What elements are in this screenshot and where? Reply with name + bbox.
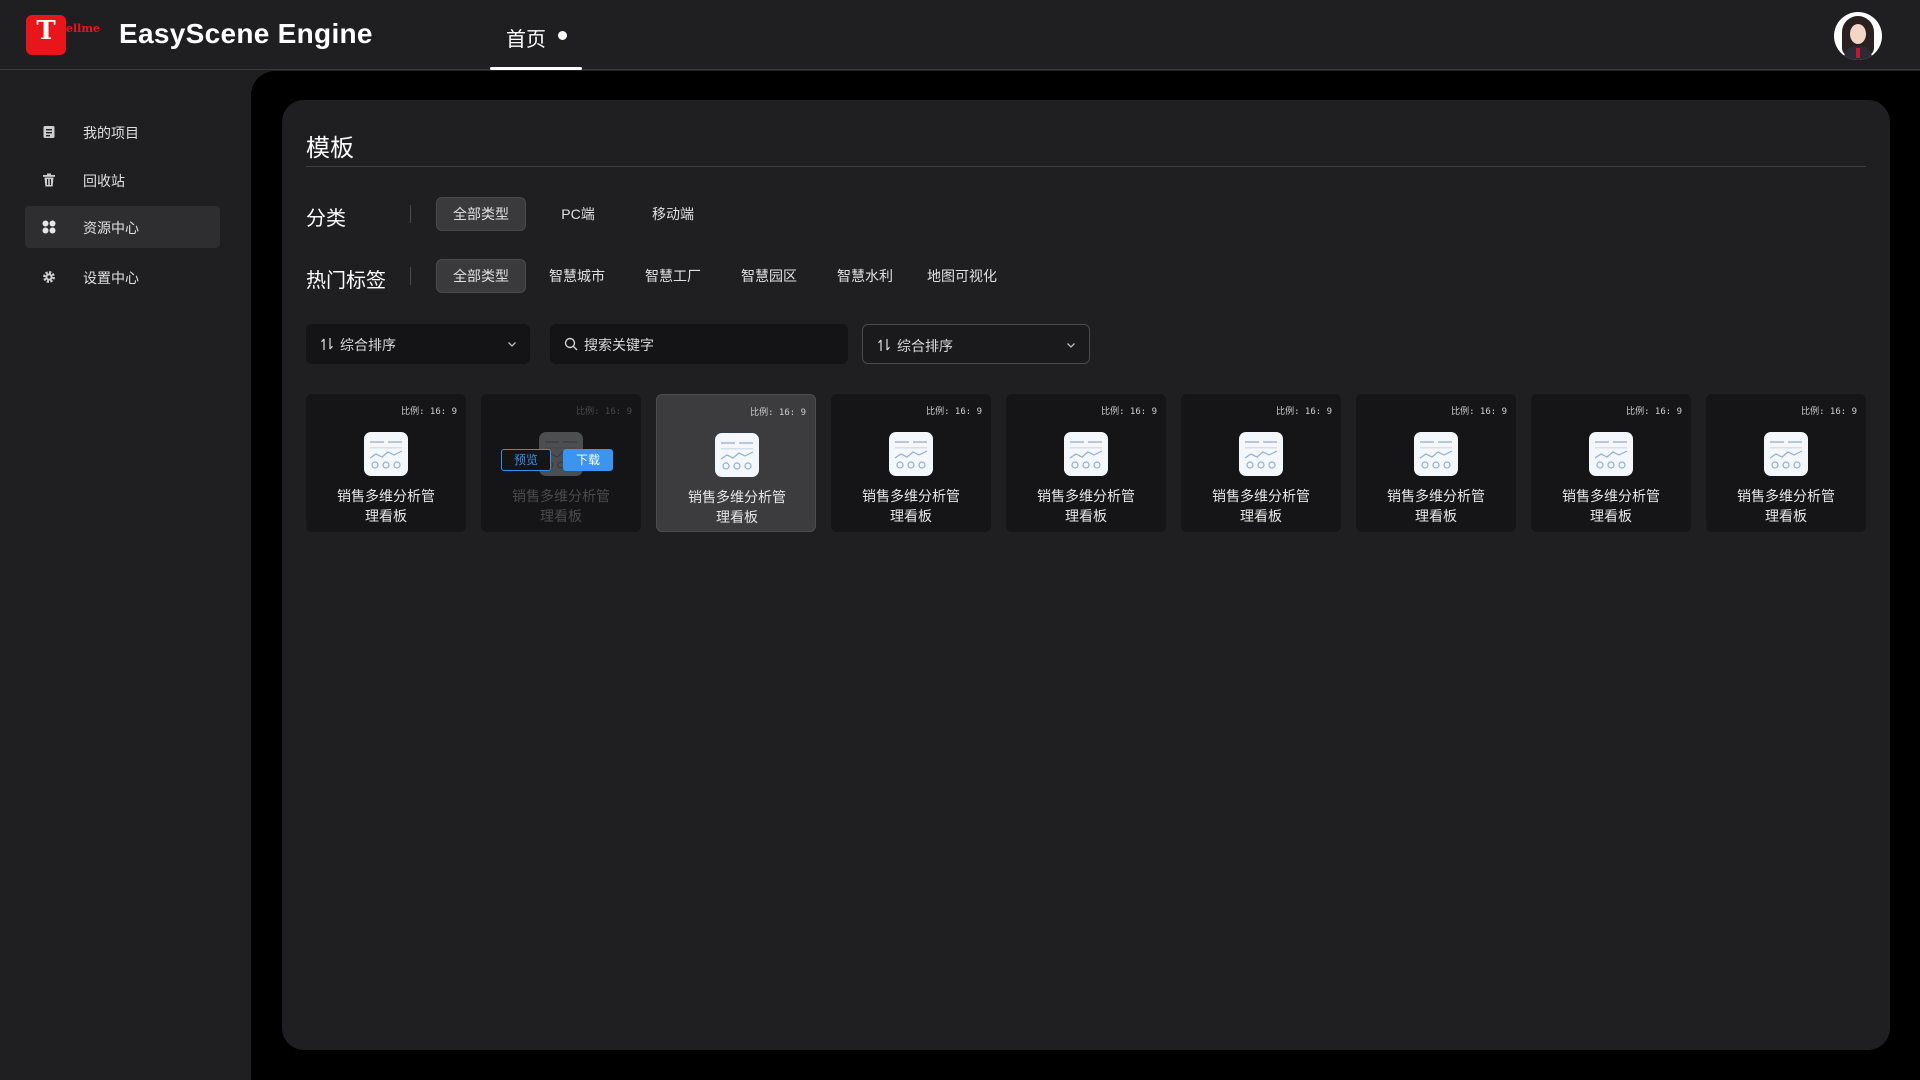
avatar-tie: [1856, 48, 1860, 58]
grid-icon: [42, 220, 56, 234]
ratio-label: 比例: 16: 9: [1626, 407, 1682, 417]
sort-select-value: 综合排序: [340, 337, 396, 353]
tag-chip-smart-water[interactable]: 智慧水利: [826, 259, 904, 293]
preview-button[interactable]: 预览: [501, 449, 551, 471]
sidebar-item-label: 回收站: [83, 173, 125, 189]
tab-home[interactable]: 首页: [490, 0, 582, 70]
template-thumbnail: [1589, 432, 1633, 476]
template-card[interactable]: 比例: 16: 9 销售多维分析管 理看板: [1006, 394, 1166, 532]
download-button[interactable]: 下载: [563, 449, 613, 471]
tag-chip-smart-factory[interactable]: 智慧工厂: [634, 259, 712, 293]
category-chip-mobile[interactable]: 移动端: [638, 197, 708, 231]
gear-icon: [43, 271, 55, 283]
search-box[interactable]: 搜索关键字: [550, 324, 848, 364]
sort-select-value: 综合排序: [897, 338, 953, 354]
ratio-label: 比例: 16: 9: [1276, 407, 1332, 417]
template-card[interactable]: 比例: 16: 9 销售多维分析管 理看板: [1706, 394, 1866, 532]
template-name: 销售多维分析管 理看板: [512, 488, 610, 524]
template-name: 销售多维分析管 理看板: [862, 488, 960, 524]
ratio-label: 比例: 16: 9: [926, 407, 982, 417]
template-thumbnail: [364, 432, 408, 476]
chevron-down-icon: [1067, 343, 1075, 348]
avatar-face: [1850, 24, 1866, 44]
dashboard-thumbnail-icon: [1244, 441, 1278, 469]
title-divider: [306, 166, 1866, 167]
tab-underline: [490, 67, 582, 70]
trash-icon: [43, 173, 55, 187]
sidebar-item-recycle-bin[interactable]: 回收站: [25, 159, 220, 201]
chevron-down-icon: [508, 342, 516, 347]
project-icon: [43, 126, 55, 138]
tab-home-label: 首页: [506, 29, 546, 51]
dashboard-thumbnail-icon: [369, 441, 403, 469]
template-name: 销售多维分析管 理看板: [1037, 488, 1135, 524]
sidebar-item-my-projects[interactable]: 我的项目: [25, 111, 220, 153]
divider: [410, 267, 411, 285]
template-thumbnail: [1764, 432, 1808, 476]
dashboard-thumbnail-icon: [1419, 441, 1453, 469]
page-title: 模板: [306, 135, 354, 162]
app-title: EasyScene Engine: [119, 18, 373, 49]
ratio-label: 比例: 16: 9: [1101, 407, 1157, 417]
category-label: 分类: [306, 208, 346, 230]
user-avatar[interactable]: [1834, 12, 1882, 60]
search-icon: [564, 337, 578, 351]
dashboard-thumbnail-icon: [1069, 441, 1103, 469]
hot-tags-label: 热门标签: [306, 270, 386, 292]
template-card[interactable]: 比例: 16: 9 销售多维分析管 理看板: [656, 394, 816, 532]
divider: [410, 205, 411, 223]
sidebar-item-label: 我的项目: [83, 125, 139, 141]
sidebar: 我的项目 回收站 资源中心 设置中心: [0, 71, 250, 1080]
top-header: T ellme EasyScene Engine 首页: [0, 0, 1920, 70]
template-thumbnail: [715, 433, 759, 477]
sort-select-1[interactable]: 综合排序: [306, 324, 530, 364]
template-name: 销售多维分析管 理看板: [337, 488, 435, 524]
sidebar-item-resource-center[interactable]: 资源中心: [25, 206, 220, 248]
logo-mark: T: [26, 15, 66, 55]
tag-chip-smart-park[interactable]: 智慧园区: [730, 259, 808, 293]
dashboard-thumbnail-icon: [1769, 441, 1803, 469]
template-thumbnail: [1064, 432, 1108, 476]
template-card[interactable]: 比例: 16: 9 销售多维分析管 理看板: [831, 394, 991, 532]
ratio-label: 比例: 16: 9: [1451, 407, 1507, 417]
category-chip-pc[interactable]: PC端: [544, 197, 612, 231]
category-chip-all[interactable]: 全部类型: [436, 197, 526, 231]
dashboard-thumbnail-icon: [894, 441, 928, 469]
tag-chip-map-visualization[interactable]: 地图可视化: [918, 259, 1006, 293]
template-card[interactable]: 比例: 16: 9 销售多维分析管 理看板: [306, 394, 466, 532]
template-name: 销售多维分析管 理看板: [1212, 488, 1310, 524]
template-card[interactable]: 比例: 16: 9 销售多维分析管 理看板: [1531, 394, 1691, 532]
template-name: 销售多维分析管 理看板: [1387, 488, 1485, 524]
tag-chip-smart-city[interactable]: 智慧城市: [538, 259, 616, 293]
template-thumbnail: [1239, 432, 1283, 476]
sidebar-item-label: 设置中心: [83, 270, 139, 286]
dashboard-thumbnail-icon: [1594, 441, 1628, 469]
template-card[interactable]: 比例: 16: 9 销售多维分析管 理看板: [1181, 394, 1341, 532]
ratio-label: 比例: 16: 9: [1801, 407, 1857, 417]
template-name: 销售多维分析管 理看板: [1562, 488, 1660, 524]
template-name: 销售多维分析管 理看板: [1737, 488, 1835, 524]
sort-icon: [878, 339, 890, 351]
content-panel: [282, 100, 1890, 1050]
logo-text: ellme: [66, 22, 100, 35]
ratio-label: 比例: 16: 9: [750, 408, 806, 418]
app-logo[interactable]: T ellme: [26, 15, 102, 55]
sidebar-item-settings[interactable]: 设置中心: [25, 256, 220, 298]
template-thumbnail: [889, 432, 933, 476]
tab-indicator-dot: [558, 31, 567, 40]
sidebar-item-label: 资源中心: [83, 220, 139, 236]
dashboard-thumbnail-icon: [720, 442, 754, 470]
template-thumbnail: [1414, 432, 1458, 476]
sort-select-2[interactable]: 综合排序: [862, 324, 1090, 364]
search-input[interactable]: 搜索关键字: [584, 335, 654, 355]
ratio-label: 比例: 16: 9: [401, 407, 457, 417]
template-name: 销售多维分析管 理看板: [688, 489, 786, 525]
template-card[interactable]: 比例: 16: 9 销售多维分析管 理看板 预览 下载: [481, 394, 641, 532]
template-card[interactable]: 比例: 16: 9 销售多维分析管 理看板: [1356, 394, 1516, 532]
sort-icon: [321, 338, 333, 350]
ratio-label: 比例: 16: 9: [576, 407, 632, 417]
tag-chip-all[interactable]: 全部类型: [436, 259, 526, 293]
